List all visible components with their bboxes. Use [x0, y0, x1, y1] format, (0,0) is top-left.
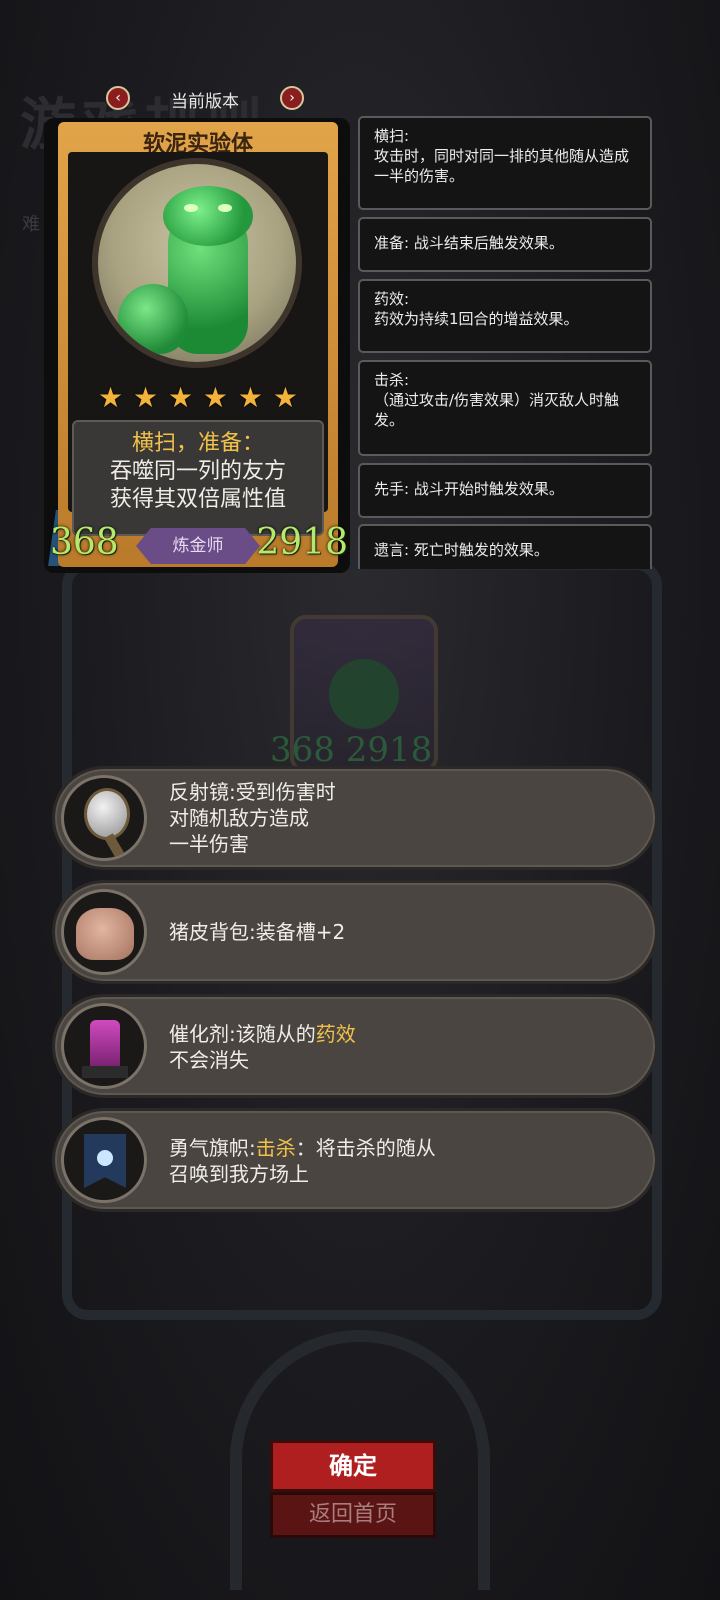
- equipment-text: 催化剂:该随从的: [169, 1022, 316, 1046]
- keyword-highlight: 击杀: [255, 1136, 296, 1160]
- class-badge: 炼金师: [136, 528, 260, 564]
- slime-silhouette: [329, 659, 399, 729]
- courage-banner-icon: [61, 1117, 147, 1203]
- equipment-line: 猪皮背包:装备槽+2: [169, 920, 346, 944]
- equipment-line: 召唤到我方场上: [169, 1162, 309, 1186]
- attack-value: 368: [50, 522, 119, 563]
- star-icon: ★: [237, 381, 263, 414]
- minion-card: 软泥实验体 ★ ★ ★ ★ ★ ★ 横扫，准备： 吞噬同一列的友方 获得其双倍属…: [44, 118, 350, 573]
- pigskin-backpack-icon: [61, 889, 147, 975]
- equipment-item[interactable]: 反射镜:受到伤害时 对随机敌方造成 一半伤害: [52, 766, 658, 870]
- version-label: 当前版本: [171, 92, 239, 112]
- slime-eye: [184, 204, 198, 212]
- equipment-description: 猪皮背包:装备槽+2: [169, 919, 635, 945]
- keyword-clip: 遗言: 死亡时触发的效果。: [358, 524, 652, 569]
- equipment-description: 勇气旗帜:击杀：将击杀的随从 召唤到我方场上: [169, 1135, 635, 1187]
- star-icon: ★: [167, 381, 194, 414]
- keyword-sweep: 横扫: 攻击时，同时对同一排的其他随从造成一半的伤害。: [358, 116, 652, 210]
- equipment-line-1: 勇气旗帜:击杀：将击杀的随从: [169, 1135, 635, 1161]
- star-rating: ★ ★ ★ ★ ★ ★: [98, 384, 298, 412]
- equipment-line: 一半伤害: [169, 832, 249, 856]
- keyword-first-strike: 先手: 战斗开始时触发效果。: [358, 463, 652, 518]
- equipment-text: 勇气旗帜:: [169, 1136, 256, 1160]
- keyword-kill: 击杀: （通过攻击/伤害效果）消灭敌人时触发。: [358, 360, 652, 456]
- background-minion-stats: 368 2918: [270, 730, 433, 770]
- game-screen: 游戏规则 难 368 2918 ‹ 当前版本 › 软泥实验体 ★ ★: [0, 0, 720, 1600]
- equipment-description: 催化剂:该随从的药效 不会消失: [169, 1021, 635, 1073]
- keyword-highlight: 药效: [315, 1022, 356, 1046]
- star-icon: ★: [98, 381, 124, 414]
- catalyst-icon: [61, 1003, 147, 1089]
- star-icon: ★: [202, 381, 229, 414]
- star-icon: ★: [272, 381, 298, 414]
- chevron-left-icon[interactable]: ‹: [106, 86, 130, 110]
- slime-portrait: [92, 158, 302, 368]
- slime-head: [163, 186, 253, 246]
- keyword-prepare: 准备: 战斗结束后触发效果。: [358, 217, 652, 272]
- ability-line: 获得其双倍属性值: [109, 487, 286, 512]
- keyword-glossary: 横扫: 攻击时，同时对同一排的其他随从造成一半的伤害。 准备: 战斗结束后触发效…: [358, 116, 652, 525]
- card-ability: 横扫，准备： 吞噬同一列的友方 获得其双倍属性值: [72, 420, 324, 536]
- chevron-right-icon[interactable]: ›: [280, 86, 304, 110]
- equipment-line: 不会消失: [169, 1048, 249, 1072]
- keyword-deathrattle: 遗言: 死亡时触发的效果。: [358, 524, 652, 569]
- ability-line: 吞噬同一列的友方: [109, 459, 286, 484]
- star-icon: ★: [132, 381, 159, 414]
- ability-keywords: 横扫，准备：: [131, 431, 264, 456]
- health-value: 2918: [256, 522, 348, 563]
- equipment-item[interactable]: 猪皮背包:装备槽+2: [52, 880, 658, 984]
- background-subtitle: 难: [22, 214, 40, 235]
- equipment-item[interactable]: 催化剂:该随从的药效 不会消失: [52, 994, 658, 1098]
- mirror-icon: [61, 775, 147, 861]
- slime-eye: [218, 204, 232, 212]
- equipment-text: ：将击杀的随从: [295, 1136, 436, 1160]
- return-home-button[interactable]: 返回首页: [270, 1492, 436, 1538]
- equipment-line: 反射镜:受到伤害时: [169, 780, 336, 804]
- keyword-potion: 药效: 药效为持续1回合的增益效果。: [358, 279, 652, 353]
- version-switcher: ‹ 当前版本 ›: [100, 84, 310, 114]
- card-frame: 软泥实验体 ★ ★ ★ ★ ★ ★ 横扫，准备： 吞噬同一列的友方 获得其双倍属…: [58, 122, 338, 567]
- small-slime: [118, 284, 188, 354]
- confirm-button[interactable]: 确定: [270, 1440, 436, 1492]
- equipment-line: 对随机敌方造成: [169, 806, 309, 830]
- equipment-item[interactable]: 勇气旗帜:击杀：将击杀的随从 召唤到我方场上: [52, 1108, 658, 1212]
- equipment-line-1: 催化剂:该随从的药效: [169, 1021, 635, 1047]
- equipment-description: 反射镜:受到伤害时 对随机敌方造成 一半伤害: [169, 779, 635, 857]
